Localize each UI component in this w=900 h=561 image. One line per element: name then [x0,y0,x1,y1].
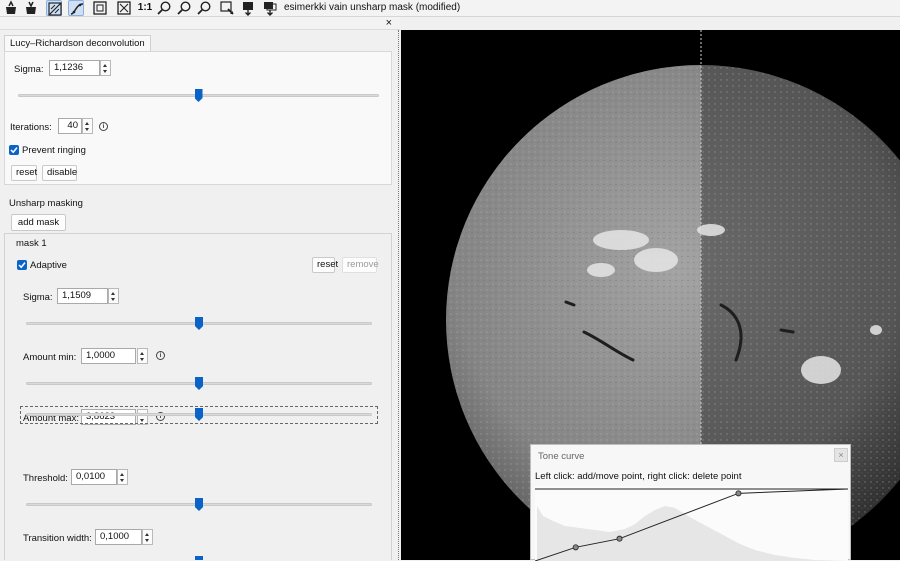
tone-curve-icon[interactable] [68,0,84,16]
transition-width-stepper[interactable] [142,529,153,545]
mask-reset-button[interactable]: reset [312,257,338,273]
close-panel-button[interactable]: × [386,17,392,30]
amount-min-stepper[interactable] [137,348,148,364]
fit-image-icon[interactable] [116,0,132,16]
tab-lucy-richardson[interactable]: Lucy–Richardson deconvolution [4,35,151,52]
mask-sigma-input[interactable]: 1,1509 [57,288,108,304]
adaptive-label[interactable]: Adaptive [30,260,67,271]
open-file-icon[interactable] [3,0,19,16]
iterations-info-icon[interactable]: i [99,122,108,131]
panel-header: × [0,17,400,30]
threshold-slider[interactable] [26,498,372,511]
lucy-sigma-input[interactable]: 1,1236 [49,60,100,76]
zoom-apply-icon[interactable] [219,0,235,16]
iterations-label: Iterations: [10,122,52,133]
actual-size-label: 1:1 [137,2,153,13]
lucy-sigma-slider-thumb[interactable] [194,89,203,102]
mask-sigma-stepper[interactable] [108,288,119,304]
tone-curve-dialog: Tone curve × Left click: add/move point,… [530,444,851,561]
zoom-custom-icon[interactable] [196,0,212,16]
tone-curve-plot[interactable] [535,486,848,561]
amount-max-slider-thumb[interactable] [195,408,203,421]
threshold-stepper[interactable] [117,469,128,485]
window-title: esimerkki vain unsharp mask (modified) [284,2,461,13]
lucy-sigma-label: Sigma: [14,64,44,75]
add-mask-button[interactable]: add mask [11,214,66,231]
split-view-icon[interactable] [46,0,62,16]
tone-curve-point-3[interactable] [735,490,742,497]
amount-min-input[interactable]: 1,0000 [81,348,136,364]
panel-divider[interactable] [398,30,399,560]
mask-1-group [4,233,392,560]
iterations-input[interactable]: 40 [58,118,82,134]
export-icon[interactable] [240,0,256,16]
amount-min-slider[interactable] [26,377,372,390]
lucy-sigma-stepper[interactable] [100,60,111,76]
save-file-icon[interactable] [23,0,39,16]
tone-curve-close-button[interactable]: × [834,448,848,462]
transition-width-label: Transition width: [23,533,92,544]
threshold-slider-thumb[interactable] [195,498,203,511]
prevent-ringing-label[interactable]: Prevent ringing [22,145,86,156]
transition-width-input[interactable]: 0,1000 [95,529,142,545]
prevent-ringing-checkbox[interactable] [9,145,19,155]
tone-curve-point-1[interactable] [572,544,579,551]
transition-width-slider-thumb[interactable] [195,556,203,560]
threshold-input[interactable]: 0,0100 [71,469,117,485]
tone-curve-title: Tone curve [538,451,585,462]
lucy-disable-button[interactable]: disable [42,165,77,181]
mask-sigma-slider-thumb[interactable] [195,317,203,330]
toolbar: 1:1 esimerkki vain unsharp mask (modifie… [0,0,900,17]
mask-title: mask 1 [16,238,47,249]
mask-sigma-label: Sigma: [23,292,53,303]
amount-min-slider-thumb[interactable] [195,377,203,390]
fit-window-icon[interactable] [92,0,108,16]
lucy-reset-button[interactable]: reset [11,165,37,181]
amount-max-slider[interactable] [26,408,372,421]
zoom-out-icon[interactable] [176,0,192,16]
tone-curve-point-2[interactable] [616,535,623,542]
amount-min-info-icon[interactable]: i [156,351,165,360]
lucy-sigma-slider[interactable] [18,89,379,102]
unsharp-section-label: Unsharp masking [9,198,83,209]
export-all-icon[interactable] [262,0,278,16]
mask-remove-button: remove [342,257,379,273]
adaptive-checkbox[interactable] [17,260,27,270]
iterations-stepper[interactable] [82,118,93,134]
threshold-label: Threshold: [23,473,68,484]
tone-curve-help-text: Left click: add/move point, right click:… [535,471,742,482]
zoom-in-icon[interactable] [156,0,172,16]
amount-min-label: Amount min: [23,352,77,363]
actual-size-icon[interactable]: 1:1 [137,0,153,16]
mask-sigma-slider[interactable] [26,317,372,330]
